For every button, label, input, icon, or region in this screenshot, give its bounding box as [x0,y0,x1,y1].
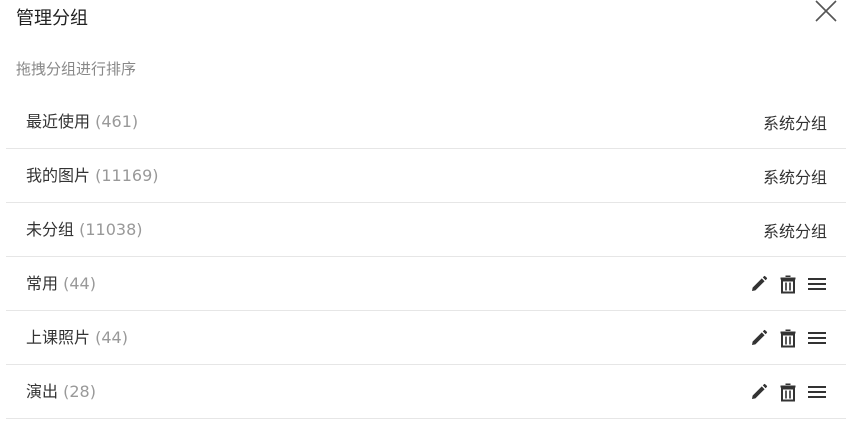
group-name: 最近使用 (461) [26,95,138,148]
group-row[interactable]: 常用 (44) [6,257,846,311]
trash-icon[interactable] [778,274,798,294]
group-name-label: 我的图片 [26,166,91,185]
group-name: 未分组 (11038) [26,203,143,256]
system-group-label: 系统分组 [762,167,827,187]
pencil-icon[interactable] [749,274,769,294]
close-icon[interactable] [815,0,837,22]
group-row[interactable]: 未分组 (11038) 系统分组 [6,203,846,257]
group-name: 我的图片 (11169) [26,149,159,202]
system-group-label: 系统分组 [762,221,827,241]
group-name-label: 最近使用 [26,112,91,131]
pencil-icon[interactable] [749,328,769,348]
trash-icon[interactable] [778,382,798,402]
group-row[interactable]: 最近使用 (461) 系统分组 [6,95,846,149]
drag-sort-hint: 拖拽分组进行排序 [16,60,137,78]
group-count: (461) [95,112,139,131]
group-name-label: 上课照片 [26,328,91,347]
drag-handle-icon[interactable] [807,382,827,402]
group-count: (44) [63,274,96,293]
group-name: 演出 (28) [26,365,96,418]
drag-handle-icon[interactable] [807,328,827,348]
group-count: (11169) [95,166,159,185]
group-tools [749,365,827,418]
group-row[interactable]: 上课照片 (44) [6,311,846,365]
group-row[interactable]: 我的图片 (11169) 系统分组 [6,149,846,203]
trash-icon[interactable] [778,328,798,348]
group-count: (28) [63,382,96,401]
group-name-label: 常用 [26,274,59,293]
manage-groups-dialog: 管理分组 拖拽分组进行排序 最近使用 (461) 系统分组 我的图片 (1116… [0,0,847,422]
group-tools [749,311,827,364]
drag-handle-icon[interactable] [807,274,827,294]
group-row[interactable]: 演出 (28) [6,365,846,419]
group-count: (11038) [79,220,143,239]
group-name: 上课照片 (44) [26,311,128,364]
group-list: 最近使用 (461) 系统分组 我的图片 (11169) 系统分组 未分组 (1… [6,95,846,419]
group-count: (44) [95,328,128,347]
group-name-label: 未分组 [26,220,75,239]
system-group-label: 系统分组 [762,113,827,133]
group-name-label: 演出 [26,382,59,401]
group-tools [749,257,827,310]
dialog-title: 管理分组 [16,8,88,29]
group-name: 常用 (44) [26,257,96,310]
pencil-icon[interactable] [749,382,769,402]
